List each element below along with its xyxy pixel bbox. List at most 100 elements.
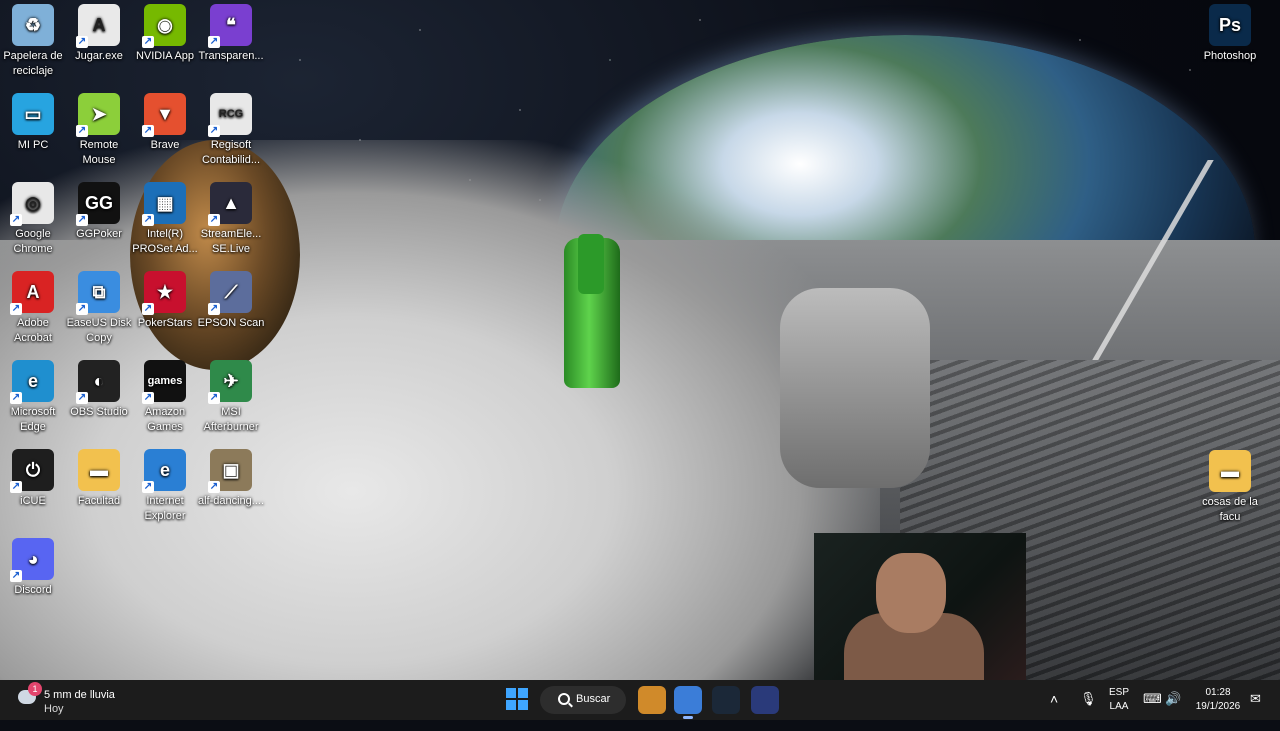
start-button[interactable] — [506, 688, 528, 710]
steam-icon[interactable] — [712, 686, 740, 714]
desktop-icon-amazon-games[interactable]: games ↗ Amazon Games — [128, 358, 202, 444]
desktop-icon-internet-explorer[interactable]: e ↗ Internet Explorer — [128, 447, 202, 533]
desktop-icon-label: Facultad — [77, 495, 121, 507]
desktop-icon-label: Brave — [150, 139, 180, 151]
taskbar: 1 5 mm de lluvia Hoy Buscar ˄ 🎙 ESP LAA … — [0, 680, 1280, 720]
desktop-icon-remote-mouse[interactable]: ➤ ↗ Remote Mouse — [62, 91, 136, 177]
game-app-icon[interactable] — [638, 686, 666, 714]
shortcut-arrow-icon: ↗ — [76, 303, 88, 315]
internet-explorer-glyph: e — [159, 459, 170, 480]
discord-glyph: ◕ — [27, 548, 39, 569]
intel-proset-glyph: ▦ — [156, 192, 174, 213]
streamelements-glyph: ▲ — [222, 192, 240, 213]
obs-icon: ◐ ↗ — [76, 360, 120, 404]
desktop-icon-computer[interactable]: ▭ MI PC — [0, 91, 70, 177]
chrome-icon: ◎ ↗ — [10, 182, 54, 226]
shortcut-arrow-icon: ↗ — [208, 303, 220, 315]
desktop-icon-label: Papelera de reciclaje — [3, 50, 63, 77]
windows-logo-pane — [506, 700, 516, 710]
desktop-icon-gif-thumbnail[interactable]: ▣ ↗ alf-dancing.... — [194, 447, 268, 533]
shortcut-arrow-icon: ↗ — [208, 481, 220, 493]
desktop-icon-label: Remote Mouse — [79, 139, 119, 166]
desktop-icon-epson-scan[interactable]: ⟋ ↗ EPSON Scan — [194, 269, 268, 355]
desktop-icon-folder[interactable]: ▬ cosas de la facu — [1193, 448, 1267, 534]
weather-day: Hoy — [44, 703, 64, 715]
desktop-icon-label: Jugar.exe — [75, 50, 123, 62]
desktop-icon-pokerstars[interactable]: ★ ↗ PokerStars — [128, 269, 202, 355]
gif-thumbnail-icon: ▣ ↗ — [208, 449, 252, 493]
desktop-icon-msi-afterburner[interactable]: ✈ ↗ MSI Afterburner — [194, 358, 268, 444]
desktop-icon-label: Google Chrome — [13, 228, 53, 255]
webcam-overlay — [814, 533, 1026, 680]
desktop-icon-folder[interactable]: ▬ Facultad — [62, 447, 136, 533]
desktop-icon-label: Microsoft Edge — [10, 406, 56, 433]
windows-logo-icon — [506, 688, 516, 698]
shortcut-arrow-icon: ↗ — [208, 36, 220, 48]
desktop-icon-obs[interactable]: ◐ ↗ OBS Studio — [62, 358, 136, 444]
clock-date: 19/1/2026 — [1195, 701, 1241, 712]
nvidia-icon: ◉ ↗ — [142, 4, 186, 48]
desktop-icon-regisoft[interactable]: RCG ↗ Regisoft Contabilid... — [194, 91, 268, 177]
shortcut-arrow-icon: ↗ — [76, 125, 88, 137]
epson-scan-icon: ⟋ ↗ — [208, 271, 252, 315]
desktop-icon-label: cosas de la facu — [1202, 496, 1258, 523]
wallpaper-boot — [780, 288, 930, 488]
shortcut-arrow-icon: ↗ — [142, 36, 154, 48]
brave-glyph: ▼ — [156, 103, 174, 124]
weather-widget[interactable]: 1 5 mm de lluvia Hoy — [16, 682, 156, 716]
regisoft-icon: RCG ↗ — [208, 93, 252, 137]
desktop-icon-chat-bubble[interactable]: ❝ ↗ Transparen... — [194, 2, 268, 88]
epson-scan-glyph: ⟋ — [224, 281, 238, 302]
chat-bubble-glyph: ❝ — [226, 14, 236, 35]
desktop-icon-streamelements[interactable]: ▲ ↗ StreamEle... SE.Live — [194, 180, 268, 266]
ggpoker-icon: GG ↗ — [76, 182, 120, 226]
amazon-games-glyph: games — [147, 374, 183, 387]
desktop-icon-edge[interactable]: e ↗ Microsoft Edge — [0, 358, 70, 444]
search-box[interactable]: Buscar — [540, 686, 626, 714]
shortcut-arrow-icon: ↗ — [10, 392, 22, 404]
streamelements-taskbar-icon[interactable] — [751, 686, 779, 714]
desktop-icon-icue[interactable]: ⏻ ↗ iCUE — [0, 447, 70, 533]
chevron-up-icon[interactable]: ˄ — [1050, 691, 1058, 731]
desktop-icon-label: Regisoft Contabilid... — [201, 139, 261, 166]
desktop-icon-discord[interactable]: ◕ ↗ Discord — [0, 536, 70, 622]
weather-summary: 5 mm de lluvia — [44, 689, 115, 701]
obs-glyph: ◐ — [93, 370, 105, 391]
shortcut-arrow-icon: ↗ — [10, 214, 22, 226]
desktop-icon-label: Internet Explorer — [144, 495, 186, 522]
computer-icon: ▭ — [12, 93, 54, 135]
desktop-icon-nvidia[interactable]: ◉ ↗ NVIDIA App — [128, 2, 202, 88]
desktop-icon-label: OBS Studio — [70, 406, 128, 418]
pokerstars-icon: ★ ↗ — [142, 271, 186, 315]
desktop-icon-label: EPSON Scan — [197, 317, 265, 329]
nvidia-glyph: ◉ — [157, 14, 173, 35]
desktop-icon-label: MI PC — [17, 139, 49, 151]
folder-glyph: ▬ — [90, 459, 108, 480]
shortcut-arrow-icon: ↗ — [76, 392, 88, 404]
jugar-glyph: A — [92, 14, 106, 35]
microphone-icon[interactable]: 🎙 — [1080, 691, 1097, 731]
clock[interactable]: 01:28 19/1/2026 — [1190, 686, 1246, 714]
shortcut-arrow-icon: ↗ — [10, 303, 22, 315]
notification-center-icon[interactable]: ✉ — [1250, 691, 1261, 731]
ggpoker-glyph: GG — [84, 192, 113, 213]
desktop-icon-acrobat[interactable]: A ↗ Adobe Acrobat — [0, 269, 70, 355]
icue-icon: ⏻ ↗ — [10, 449, 54, 493]
language-indicator[interactable]: ESP LAA — [1104, 686, 1134, 726]
desktop-icon-label: MSI Afterburner — [203, 406, 259, 433]
recycle-bin-glyph: ♻ — [24, 14, 42, 35]
desktop-icon-brave[interactable]: ▼ ↗ Brave — [128, 91, 202, 177]
internet-explorer-icon: e ↗ — [142, 449, 186, 493]
chrome-taskbar-icon[interactable] — [674, 686, 702, 719]
desktop-icon-chrome[interactable]: ◎ ↗ Google Chrome — [0, 180, 70, 266]
desktop-icon-label: StreamEle... SE.Live — [200, 228, 262, 255]
desktop-icon-label: GGPoker — [76, 228, 122, 240]
desktop-icon-jugar[interactable]: A ↗ Jugar.exe — [62, 2, 136, 88]
desktop-icon-intel-proset[interactable]: ▦ ↗ Intel(R) PROSet Ad... — [128, 180, 202, 266]
desktop-icon-easeus[interactable]: ⧉ ↗ EaseUS Disk Copy — [62, 269, 136, 355]
desktop-icon-recycle-bin[interactable]: ♻ Papelera de reciclaje — [0, 2, 70, 88]
desktop-icon-photoshop[interactable]: Ps Photoshop — [1193, 2, 1267, 88]
volume-icon[interactable]: 🔊 — [1165, 691, 1181, 731]
network-icon[interactable]: ⌨ — [1143, 691, 1162, 731]
desktop-icon-ggpoker[interactable]: GG ↗ GGPoker — [62, 180, 136, 266]
